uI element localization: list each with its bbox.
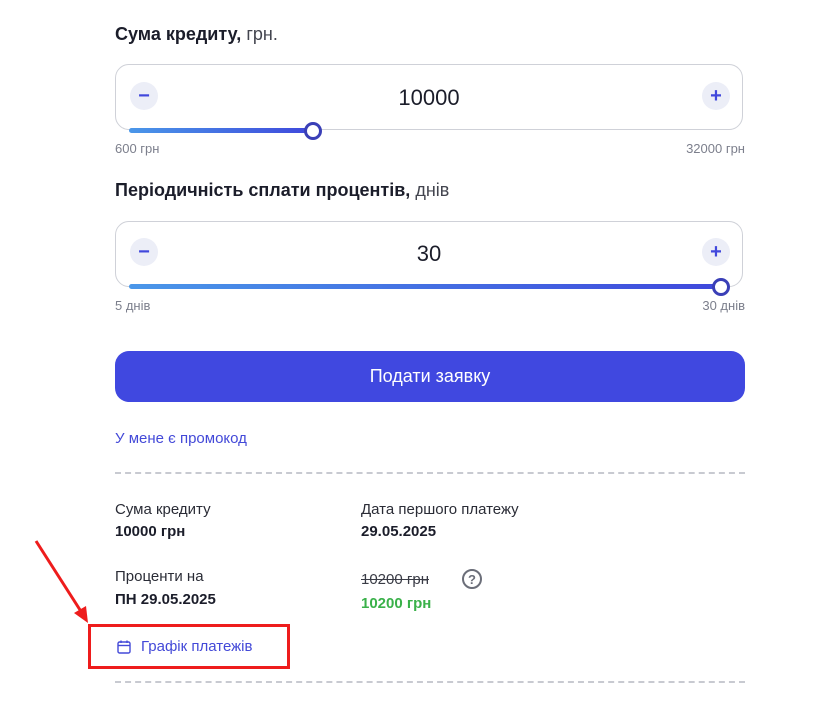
interest-period-slider-track[interactable] [129,284,722,289]
summary-amount-label: Сума кредиту [115,501,211,518]
interest-label: Проценти на [115,568,204,585]
plus-icon: + [710,241,722,263]
promo-code-link[interactable]: У мене є промокод [115,430,247,447]
loan-amount-increase-button[interactable]: + [702,82,730,110]
loan-amount-unit: грн. [246,24,278,44]
interest-period-stepper: − 30 + [115,221,743,287]
loan-amount-stepper: − 10000 + [115,64,743,130]
loan-amount-slider-thumb[interactable] [304,122,322,140]
divider-top [115,472,745,474]
old-total-price: 10200 грн [361,571,429,588]
first-payment-value: 29.05.2025 [361,523,437,540]
annotation-highlight-box [88,624,290,669]
interest-period-unit: днів [415,180,450,200]
plus-icon: + [710,85,722,107]
summary-amount-value: 10000 грн [115,523,186,540]
question-icon[interactable]: ? [462,569,482,589]
loan-amount-value[interactable]: 10000 [116,85,742,111]
interest-period-min-label: 5 днів [115,298,151,313]
loan-amount-heading: Сума кредиту, грн. [115,24,278,45]
new-total-price: 10200 грн [361,595,432,612]
loan-amount-slider-track[interactable] [129,128,313,133]
interest-period-value[interactable]: 30 [116,241,742,267]
interest-date: ПН 29.05.2025 [115,591,216,608]
annotation-arrow [34,540,88,623]
interest-period-title: Періодичність сплати процентів, [115,180,411,200]
first-payment-label: Дата першого платежу [361,501,519,518]
divider-bottom [115,681,745,683]
interest-period-max-label: 30 днів [702,298,745,313]
submit-application-button[interactable]: Подати заявку [115,351,745,402]
loan-amount-title: Сума кредиту, [115,24,242,44]
loan-amount-min-label: 600 грн [115,141,160,156]
interest-period-increase-button[interactable]: + [702,238,730,266]
interest-period-heading: Періодичність сплати процентів, днів [115,180,449,201]
submit-application-label: Подати заявку [369,366,491,386]
loan-amount-max-label: 32000 грн [686,141,745,156]
interest-period-slider-thumb[interactable] [712,278,730,296]
